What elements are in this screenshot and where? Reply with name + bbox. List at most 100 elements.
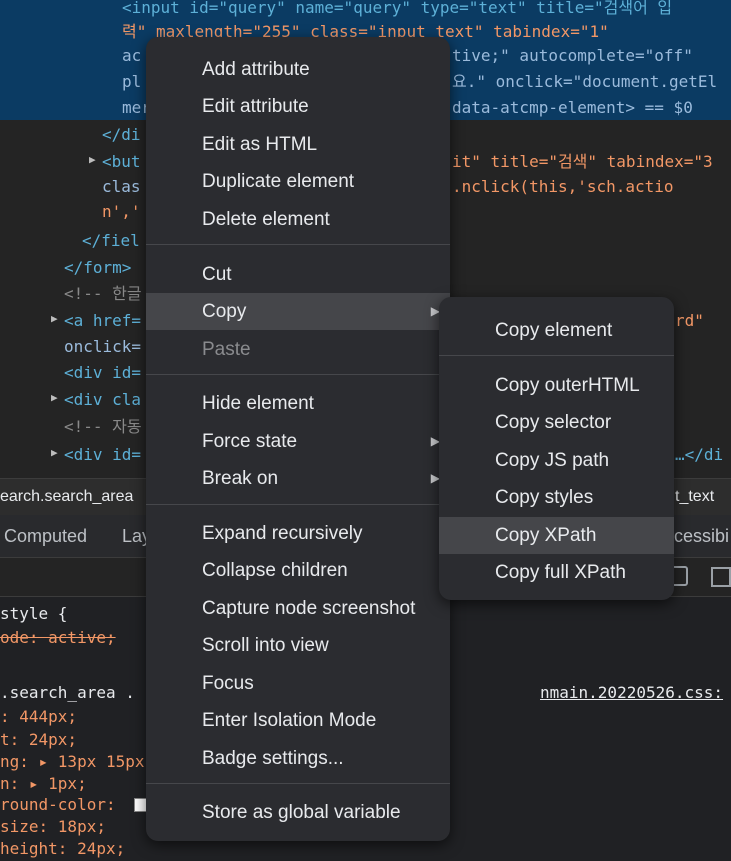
menu-item-duplicate-element[interactable]: Duplicate element — [146, 163, 450, 200]
menu-item-add-attribute[interactable]: Add attribute — [146, 51, 450, 88]
dom-text: data-atcmp-element> == $0 — [452, 98, 693, 117]
expand-triangle-icon[interactable]: ▶ — [89, 153, 96, 166]
style-property[interactable]: : 444px; — [0, 705, 77, 729]
submenu-item-copy-styles[interactable]: Copy styles — [439, 479, 674, 516]
dom-text: it" title="검색" tabindex="3 — [452, 152, 713, 171]
style-property[interactable]: size: 18px; — [0, 815, 106, 839]
dom-text[interactable]: <div id= — [64, 443, 141, 467]
style-selector: .search_area . — [0, 683, 135, 702]
style-property[interactable]: ode: active; — [0, 626, 116, 650]
style-property[interactable]: ng: ▸ 13px 15px — [0, 750, 145, 774]
menu-item-label: Force state — [202, 431, 298, 452]
menu-item-label: Break on — [202, 468, 279, 489]
dom-text[interactable]: </fiel — [82, 229, 140, 253]
menu-item-scroll-into-view[interactable]: Scroll into view — [146, 627, 450, 664]
menu-item-label: Edit attribute — [202, 96, 309, 117]
dom-text: <input id="query" name="query" type="tex… — [122, 0, 673, 17]
dom-text: .nclick(this,'sch.actio — [452, 177, 674, 196]
submenu-item-copy-outerhtml[interactable]: Copy outerHTML — [439, 367, 674, 404]
submenu-item-copy-js-path[interactable]: Copy JS path — [439, 442, 674, 479]
menu-item-edit-as-html[interactable]: Edit as HTML — [146, 126, 450, 163]
dom-text: onclick= — [64, 337, 142, 356]
menu-item-label: Paste — [202, 339, 251, 360]
dom-text: pl — [122, 72, 142, 91]
dom-text[interactable]: <but — [102, 150, 141, 174]
menu-item-label: Copy element — [495, 320, 613, 341]
copy-submenu: Copy element Copy outerHTML Copy selecto… — [439, 297, 674, 600]
menu-item-expand-recursively[interactable]: Expand recursively — [146, 515, 450, 552]
dom-text: n',' — [102, 202, 141, 221]
dom-text[interactable]: <a href= — [64, 309, 141, 333]
menu-item-store-as-global-variable[interactable]: Store as global variable — [146, 794, 450, 831]
menu-item-label: Copy — [202, 301, 247, 322]
menu-item-capture-node-screenshot[interactable]: Capture node screenshot — [146, 590, 450, 627]
menu-item-label: Enter Isolation Mode — [202, 710, 377, 731]
expand-triangle-icon[interactable]: ▶ — [51, 446, 58, 459]
menu-item-label: Hide element — [202, 393, 314, 414]
menu-item-label: Copy full XPath — [495, 562, 626, 583]
menu-item-label: Cut — [202, 264, 232, 285]
menu-item-collapse-children[interactable]: Collapse children — [146, 552, 450, 589]
menu-item-badge-settings[interactable]: Badge settings... — [146, 740, 450, 777]
tab-computed[interactable]: Computed — [4, 515, 87, 557]
dom-text: 요." onclick="document.getEl — [452, 72, 718, 91]
menu-item-label: Delete element — [202, 209, 330, 230]
dom-line[interactable]: <input id="query" name="query" type="tex… — [122, 0, 672, 20]
style-property[interactable]: height: 24px; — [0, 837, 125, 861]
stylesheet-link[interactable]: nmain.20220526.css: — [540, 681, 723, 705]
menu-item-label: Expand recursively — [202, 523, 363, 544]
menu-item-focus[interactable]: Focus — [146, 665, 450, 702]
menu-item-break-on[interactable]: Break on ▶ — [146, 460, 450, 497]
dom-comment[interactable]: <!-- 한글 — [64, 282, 142, 306]
expand-triangle-icon[interactable]: ▶ — [51, 312, 58, 325]
menu-item-paste: Paste — [146, 331, 450, 368]
menu-item-label: Capture node screenshot — [202, 598, 416, 619]
menu-divider — [146, 374, 450, 375]
menu-divider — [146, 244, 450, 245]
dom-text[interactable]: </di — [102, 123, 141, 147]
menu-divider — [146, 783, 450, 784]
menu-item-label: Copy selector — [495, 412, 612, 433]
menu-item-label: Add attribute — [202, 59, 310, 80]
menu-item-cut[interactable]: Cut — [146, 256, 450, 293]
menu-item-label: Duplicate element — [202, 171, 355, 192]
menu-item-label: Collapse children — [202, 560, 348, 581]
menu-item-label: Copy outerHTML — [495, 375, 640, 396]
style-property[interactable]: round-color: — [0, 793, 125, 817]
panel-icon[interactable] — [711, 567, 731, 587]
style-property[interactable]: t: 24px; — [0, 728, 77, 752]
menu-item-label: Copy XPath — [495, 525, 597, 546]
menu-item-label: Edit as HTML — [202, 134, 318, 155]
submenu-item-copy-element[interactable]: Copy element — [439, 312, 674, 349]
menu-item-hide-element[interactable]: Hide element — [146, 385, 450, 422]
menu-divider — [146, 504, 450, 505]
breadcrumb-item[interactable]: t_text — [675, 479, 714, 515]
dom-text[interactable]: <div cla — [64, 388, 141, 412]
menu-item-enter-isolation-mode[interactable]: Enter Isolation Mode — [146, 702, 450, 739]
dom-text[interactable]: </form> — [64, 256, 131, 280]
dom-text: tive;" autocomplete="off" — [452, 46, 693, 65]
menu-item-label: Focus — [202, 673, 254, 694]
menu-item-label: Copy styles — [495, 487, 594, 508]
submenu-item-copy-selector[interactable]: Copy selector — [439, 404, 674, 441]
menu-item-label: Badge settings... — [202, 748, 344, 769]
menu-item-label: Store as global variable — [202, 802, 401, 823]
tab-accessibility[interactable]: cessibi — [674, 515, 729, 557]
submenu-item-copy-xpath[interactable]: Copy XPath — [439, 517, 674, 554]
dom-text: ac — [122, 46, 142, 65]
breadcrumb-item[interactable]: earch.search_area — [0, 479, 133, 515]
context-menu: Add attribute Edit attribute Edit as HTM… — [146, 37, 450, 841]
dom-text[interactable]: <div id= — [64, 361, 141, 385]
menu-item-delete-element[interactable]: Delete element — [146, 201, 450, 238]
menu-item-label: Scroll into view — [202, 635, 329, 656]
menu-item-label: Copy JS path — [495, 450, 610, 471]
menu-item-force-state[interactable]: Force state ▶ — [146, 423, 450, 460]
expand-triangle-icon[interactable]: ▶ — [51, 391, 58, 404]
submenu-item-copy-full-xpath[interactable]: Copy full XPath — [439, 554, 674, 591]
dom-text: rd" — [675, 311, 704, 330]
style-rule: style { — [0, 604, 68, 623]
menu-item-edit-attribute[interactable]: Edit attribute — [146, 88, 450, 125]
dom-text: …</di — [675, 445, 724, 464]
menu-item-copy[interactable]: Copy ▶ — [146, 293, 450, 330]
dom-comment[interactable]: <!-- 자동 — [64, 415, 142, 439]
